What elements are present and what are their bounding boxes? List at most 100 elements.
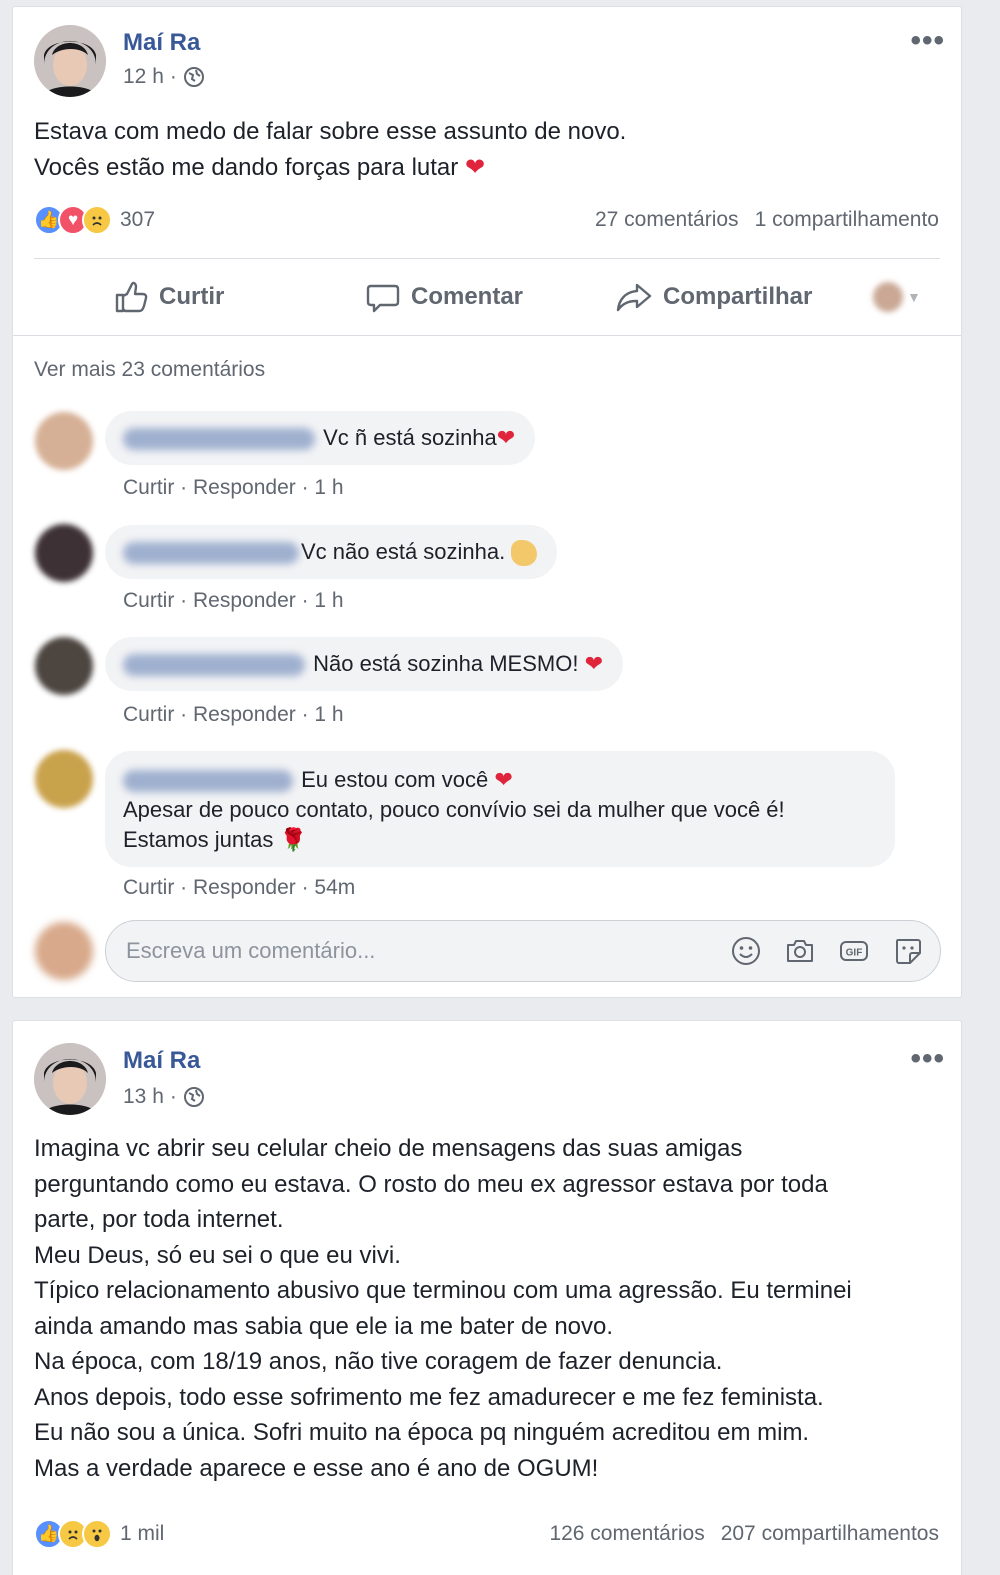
commenter-avatar[interactable] bbox=[35, 750, 93, 808]
commenter-name[interactable] bbox=[123, 428, 315, 451]
commenter-name[interactable] bbox=[123, 654, 305, 677]
comment-reply-link[interactable]: Responder bbox=[193, 876, 296, 899]
thumbs-up-icon bbox=[115, 281, 148, 313]
sticker-icon[interactable] bbox=[892, 935, 924, 967]
divider bbox=[34, 258, 940, 259]
heart-emoji-icon: ❤ bbox=[496, 425, 516, 450]
comment-text: Vc ñ está sozinha bbox=[317, 425, 497, 450]
camera-icon[interactable] bbox=[784, 935, 816, 967]
top-border bbox=[0, 0, 1000, 4]
reaction-count[interactable]: 1 mil bbox=[120, 1522, 164, 1546]
avatar-photo-icon bbox=[34, 1043, 106, 1115]
svg-text:GIF: GIF bbox=[846, 948, 863, 959]
comment-actions: Curtir · Responder · 54m bbox=[123, 876, 356, 899]
commenter-avatar[interactable] bbox=[35, 637, 93, 695]
comment-text: Vc não está sozinha. bbox=[301, 539, 512, 564]
comment-text: Não está sozinha MESMO! bbox=[307, 651, 585, 676]
share-arrow-icon bbox=[616, 283, 652, 312]
comment-time[interactable]: 1 h bbox=[314, 476, 343, 499]
viewer-avatar bbox=[873, 282, 903, 312]
comment-like-link[interactable]: Curtir bbox=[123, 876, 174, 899]
comment-line-3: Estamos juntas 🌹 bbox=[123, 825, 875, 855]
meta-separator: · bbox=[169, 65, 177, 88]
commenter-avatar[interactable] bbox=[35, 412, 93, 470]
audience-selector[interactable]: ▼ bbox=[873, 282, 921, 312]
post-text: Estava com medo de falar sobre esse assu… bbox=[34, 118, 627, 181]
comment-like-link[interactable]: Curtir bbox=[123, 476, 174, 499]
current-user-avatar[interactable] bbox=[35, 922, 93, 980]
comment-actions: Curtir · Responder · 1 h bbox=[123, 703, 344, 726]
comments-section: Ver mais 23 comentários Vc ñ está sozinh… bbox=[13, 335, 961, 997]
post-time[interactable]: 13 h bbox=[123, 1085, 164, 1109]
comment-reply-link[interactable]: Responder bbox=[193, 476, 296, 499]
commenter-avatar[interactable] bbox=[35, 524, 93, 582]
comments-count[interactable]: 126 comentários bbox=[549, 1522, 704, 1546]
more-options-icon[interactable]: ••• bbox=[910, 26, 945, 56]
heart-emoji-icon: ❤ bbox=[494, 767, 513, 792]
comment-line-1: Eu estou com você ❤ bbox=[123, 765, 875, 795]
comment-input-tools: GIF bbox=[730, 935, 924, 967]
like-label: Curtir bbox=[159, 283, 225, 310]
comment-bubble: Vc ñ está sozinha❤ bbox=[105, 411, 536, 465]
comment-actions: Curtir · Responder · 1 h bbox=[123, 589, 344, 612]
reaction-count[interactable]: 307 bbox=[120, 208, 155, 232]
comment-bubble: Vc não está sozinha. bbox=[105, 525, 558, 579]
chevron-down-icon: ▼ bbox=[907, 289, 921, 305]
author-name[interactable]: Maí Ra bbox=[123, 1047, 200, 1075]
comment-like-link[interactable]: Curtir bbox=[123, 703, 174, 726]
post-card-2: Maí Ra 13 h · ••• Imagina vc abrir seu c… bbox=[12, 1020, 962, 1575]
shares-count[interactable]: 207 compartilhamentos bbox=[721, 1522, 939, 1546]
more-options-icon[interactable]: ••• bbox=[910, 1044, 945, 1074]
post-time[interactable]: 12 h bbox=[123, 65, 164, 89]
flexed-biceps-emoji-icon bbox=[511, 540, 538, 567]
post-text-wrap: Estava com medo de falar sobre esse assu… bbox=[34, 114, 954, 185]
comment-time[interactable]: 1 h bbox=[314, 589, 343, 612]
see-more-comments-link[interactable]: Ver mais 23 comentários bbox=[34, 358, 265, 382]
post-stats: 126 comentários 207 compartilhamentos bbox=[549, 1522, 939, 1546]
sad-reaction-icon bbox=[82, 205, 112, 235]
like-button[interactable]: Curtir bbox=[113, 279, 224, 315]
reaction-summary[interactable]: 👍 1 mil bbox=[34, 1519, 164, 1549]
rose-emoji-icon: 🌹 bbox=[279, 827, 307, 852]
comment-input[interactable]: Escreva um comentário... GIF bbox=[105, 920, 941, 982]
comment-text: Estamos juntas bbox=[123, 827, 280, 852]
comments-count[interactable]: 27 comentários bbox=[595, 208, 739, 232]
comment-input-placeholder: Escreva um comentário... bbox=[126, 938, 376, 963]
author-avatar[interactable] bbox=[34, 1043, 106, 1115]
globe-icon[interactable] bbox=[183, 1086, 205, 1108]
author-avatar[interactable] bbox=[34, 25, 106, 97]
commenter-name[interactable] bbox=[123, 770, 293, 793]
post-stats: 27 comentários 1 compartilhamento bbox=[595, 208, 939, 232]
commenter-name[interactable] bbox=[123, 542, 299, 565]
avatar-photo-icon bbox=[34, 25, 106, 97]
post-card-1: Maí Ra 12 h · ••• Estava com medo de fal… bbox=[12, 6, 962, 998]
share-button[interactable]: Compartilhar bbox=[615, 279, 812, 315]
author-name[interactable]: Maí Ra bbox=[123, 29, 200, 57]
meta-separator: · bbox=[169, 1085, 177, 1108]
comment-like-link[interactable]: Curtir bbox=[123, 589, 174, 612]
comment-label: Comentar bbox=[411, 283, 524, 310]
emoji-smiley-icon[interactable] bbox=[730, 935, 762, 967]
comment-time[interactable]: 1 h bbox=[314, 703, 343, 726]
reaction-summary[interactable]: 👍 ♥ 307 bbox=[34, 205, 155, 235]
comment-reply-link[interactable]: Responder bbox=[193, 703, 296, 726]
comment-time[interactable]: 54m bbox=[314, 876, 355, 899]
wow-reaction-icon bbox=[82, 1519, 112, 1549]
globe-icon[interactable] bbox=[183, 66, 205, 88]
comment-reply-link[interactable]: Responder bbox=[193, 589, 296, 612]
comment-bubble: Não está sozinha MESMO! ❤ bbox=[105, 637, 623, 691]
share-label: Compartilhar bbox=[663, 283, 813, 310]
comment-bubble: Eu estou com você ❤ Apesar de pouco cont… bbox=[105, 751, 895, 867]
comment-bubble-icon bbox=[366, 284, 400, 313]
heart-emoji-icon: ❤ bbox=[464, 153, 486, 181]
gif-icon[interactable]: GIF bbox=[838, 935, 870, 967]
comment-button[interactable]: Comentar bbox=[365, 279, 523, 315]
heart-emoji-icon: ❤ bbox=[584, 651, 603, 676]
post-meta: 13 h · bbox=[123, 1085, 205, 1109]
comment-text: Eu estou com você bbox=[295, 767, 495, 792]
post-text: Imagina vc abrir seu celular cheio de me… bbox=[34, 1135, 852, 1482]
shares-count[interactable]: 1 compartilhamento bbox=[755, 208, 939, 232]
comment-line-2: Apesar de pouco contato, pouco convívio … bbox=[123, 797, 785, 822]
comment-actions: Curtir · Responder · 1 h bbox=[123, 476, 344, 499]
post-meta: 12 h · bbox=[123, 65, 205, 89]
